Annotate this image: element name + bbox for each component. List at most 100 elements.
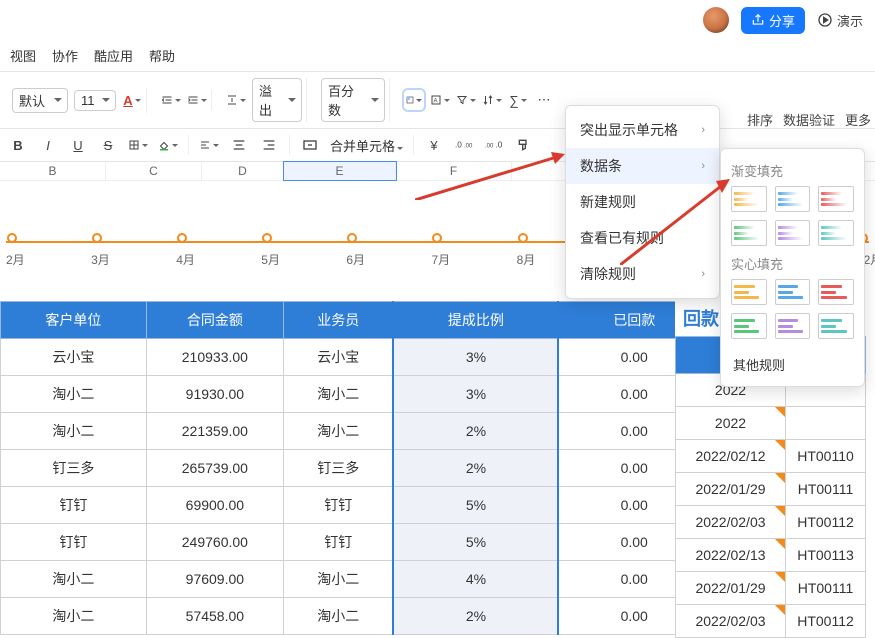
table-row[interactable]: 2022/01/29HT00111 <box>676 473 866 506</box>
table-row[interactable]: 2022/02/12HT00110 <box>676 440 866 473</box>
cf-highlight[interactable]: 突出显示单元格 › <box>566 112 719 148</box>
table-row[interactable]: 2022/02/03HT00112 <box>676 506 866 539</box>
cell[interactable]: 淘小二 <box>284 561 394 598</box>
share-button[interactable]: 分享 <box>741 7 805 34</box>
cell[interactable]: 3% <box>393 339 558 376</box>
db-swatch[interactable] <box>775 220 811 246</box>
more-icon[interactable]: ⋯ <box>534 90 554 110</box>
cell[interactable]: 钉三多 <box>284 450 394 487</box>
menu-view[interactable]: 视图 <box>10 46 36 65</box>
cf-newrule[interactable]: 新建规则 <box>566 184 719 220</box>
align-left-icon[interactable] <box>199 135 219 155</box>
cell[interactable]: 2022/02/13 <box>676 539 786 572</box>
decimal-inc-icon[interactable]: .0.00 <box>454 135 474 155</box>
db-swatch[interactable] <box>818 313 854 339</box>
format-painter-icon[interactable] <box>514 135 534 155</box>
cf-clear[interactable]: 清除规则 › <box>566 256 719 292</box>
db-swatch[interactable] <box>818 279 854 305</box>
th-amount[interactable]: 合同金额 <box>146 302 283 339</box>
db-swatch[interactable] <box>775 279 811 305</box>
table-row[interactable]: 2022/01/29HT00111 <box>676 572 866 605</box>
col-E[interactable]: E <box>284 162 396 180</box>
table-row[interactable]: 2022/02/03HT00112 <box>676 605 866 638</box>
th-sales[interactable]: 业务员 <box>284 302 394 339</box>
cell[interactable]: HT00110 <box>786 440 866 473</box>
cell[interactable]: 2% <box>393 450 558 487</box>
currency-icon[interactable]: ¥ <box>424 135 444 155</box>
db-swatch[interactable] <box>775 313 811 339</box>
font-family-select[interactable]: 默认 <box>12 88 68 113</box>
cell[interactable]: 249760.00 <box>146 524 283 561</box>
cell[interactable]: 3% <box>393 376 558 413</box>
decimal-dec-icon[interactable]: .00.0 <box>484 135 504 155</box>
db-other-rules[interactable]: 其他规则 <box>731 347 854 376</box>
db-swatch[interactable] <box>731 279 767 305</box>
th-ratio[interactable]: 提成比例 <box>393 302 558 339</box>
cell[interactable]: 265739.00 <box>146 450 283 487</box>
cell[interactable]: 57458.00 <box>146 598 283 635</box>
cell[interactable]: HT00111 <box>786 572 866 605</box>
cell[interactable]: 淘小二 <box>1 413 147 450</box>
merge-cells-icon[interactable] <box>300 135 320 155</box>
cell[interactable]: 2% <box>393 598 558 635</box>
menu-collab[interactable]: 协作 <box>52 46 78 65</box>
toolbar-more-label[interactable]: 更多 <box>845 110 871 129</box>
col-F[interactable]: F <box>396 162 512 180</box>
cell[interactable]: 91930.00 <box>146 376 283 413</box>
overflow-select[interactable]: 溢出 <box>252 78 302 122</box>
cell[interactable]: 5% <box>393 524 558 561</box>
cell[interactable]: 2% <box>393 413 558 450</box>
db-swatch[interactable] <box>731 186 767 212</box>
cell[interactable]: 221359.00 <box>146 413 283 450</box>
cell[interactable]: 2022/01/29 <box>676 572 786 605</box>
bold-icon[interactable]: B <box>8 135 28 155</box>
cell[interactable]: 淘小二 <box>284 598 394 635</box>
border-icon[interactable] <box>128 135 148 155</box>
cell[interactable]: 97609.00 <box>146 561 283 598</box>
db-swatch[interactable] <box>818 220 854 246</box>
cell[interactable]: 210933.00 <box>146 339 283 376</box>
cell[interactable]: 淘小二 <box>284 413 394 450</box>
cell[interactable]: 钉钉 <box>284 487 394 524</box>
cell[interactable]: 钉钉 <box>1 487 147 524</box>
cell[interactable]: 2022/02/12 <box>676 440 786 473</box>
cell[interactable]: 淘小二 <box>1 561 147 598</box>
filter-icon[interactable] <box>456 90 476 110</box>
toolbar-datavalidate-label[interactable]: 数据验证 <box>783 110 835 129</box>
avatar[interactable] <box>703 7 729 33</box>
menu-help[interactable]: 帮助 <box>149 46 175 65</box>
menu-apps[interactable]: 酷应用 <box>94 46 133 65</box>
indent-decrease-icon[interactable] <box>161 90 181 110</box>
cell[interactable]: 2022/02/03 <box>676 506 786 539</box>
cell[interactable]: 淘小二 <box>1 598 147 635</box>
underline-icon[interactable]: U <box>68 135 88 155</box>
font-size-select[interactable]: 11 <box>74 90 116 111</box>
indent-increase-icon[interactable] <box>187 90 207 110</box>
cell[interactable]: 钉钉 <box>284 524 394 561</box>
cell[interactable]: 2022 <box>676 407 786 440</box>
cell[interactable]: 云小宝 <box>284 339 394 376</box>
cell[interactable]: HT00112 <box>786 605 866 638</box>
db-swatch[interactable] <box>818 186 854 212</box>
cell[interactable]: 淘小二 <box>1 376 147 413</box>
fill-color-icon[interactable] <box>158 135 178 155</box>
cell[interactable]: 钉钉 <box>1 524 147 561</box>
cf-viewrule[interactable]: 查看已有规则 <box>566 220 719 256</box>
cell[interactable]: 淘小二 <box>284 376 394 413</box>
cell[interactable]: 云小宝 <box>1 339 147 376</box>
cell[interactable]: HT00113 <box>786 539 866 572</box>
cell[interactable]: 钉三多 <box>1 450 147 487</box>
italic-icon[interactable]: I <box>38 135 58 155</box>
db-swatch[interactable] <box>731 313 767 339</box>
table-row[interactable]: 2022/02/13HT00113 <box>676 539 866 572</box>
db-swatch[interactable] <box>775 186 811 212</box>
col-B[interactable]: B <box>0 162 106 180</box>
font-color-icon[interactable]: A <box>122 90 142 110</box>
cell[interactable]: 2022/02/03 <box>676 605 786 638</box>
merge-label[interactable]: 合并单元格 <box>330 136 403 155</box>
th-customer[interactable]: 客户单位 <box>1 302 147 339</box>
col-C[interactable]: C <box>106 162 202 180</box>
valign-icon[interactable] <box>226 90 246 110</box>
cell[interactable]: 2022/01/29 <box>676 473 786 506</box>
cell[interactable]: 4% <box>393 561 558 598</box>
